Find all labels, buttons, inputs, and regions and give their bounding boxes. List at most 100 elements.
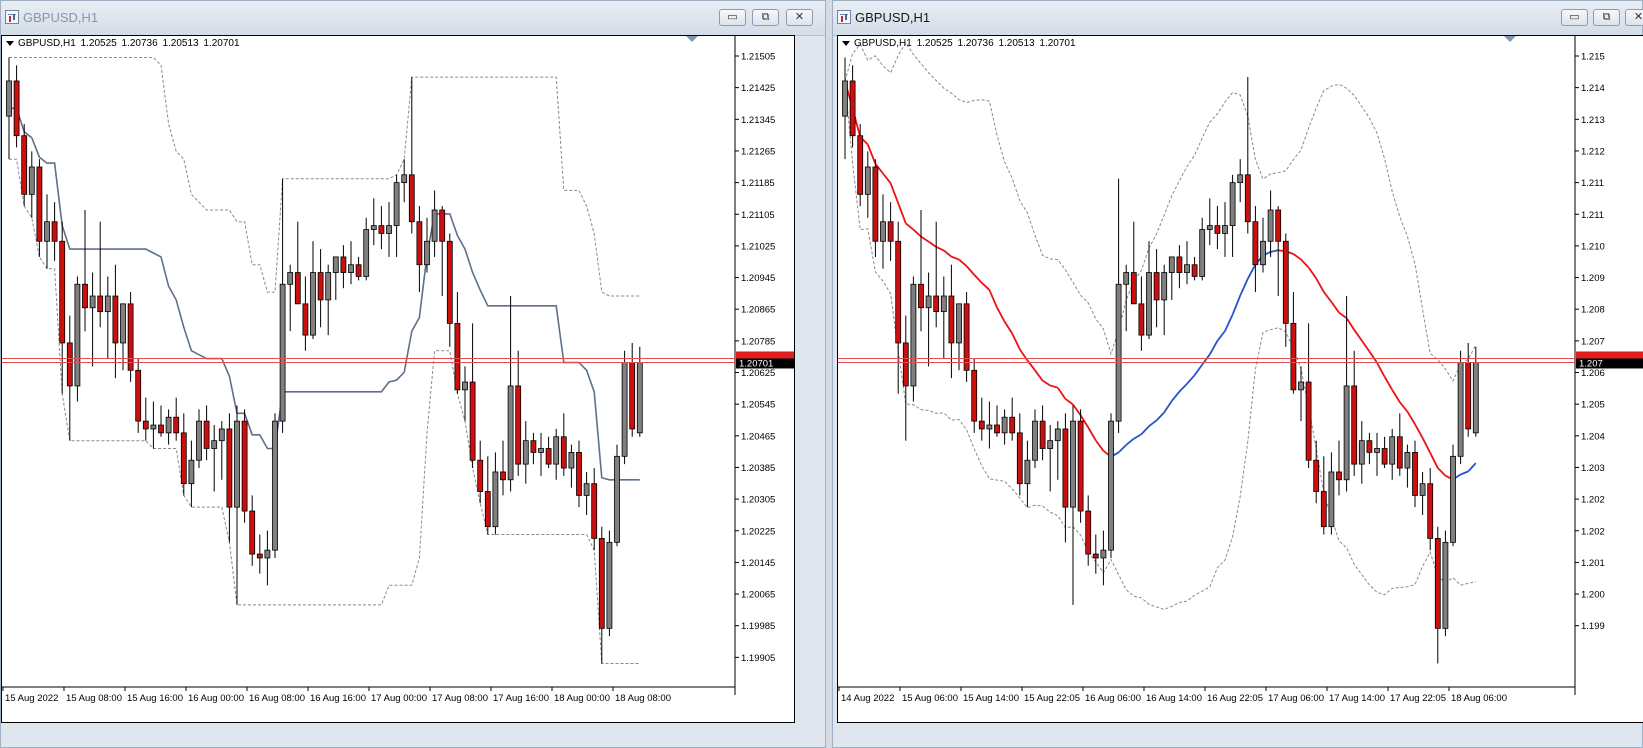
candle-body[interactable] [1092,553,1099,559]
candle-body[interactable] [1237,174,1244,184]
candle-body[interactable] [1404,452,1411,469]
candle-body[interactable] [158,424,164,434]
candle-body[interactable] [401,174,408,184]
candle-body[interactable] [1366,440,1373,453]
candle-body[interactable] [165,416,172,434]
candle-body[interactable] [264,549,271,559]
candle-body[interactable] [887,221,894,242]
candle-body[interactable] [1176,256,1183,273]
candle-body[interactable] [97,295,104,313]
close-button[interactable]: ✕ [786,9,813,26]
candle-body[interactable] [1138,303,1145,336]
candle-body[interactable] [226,428,233,508]
dropdown-triangle-icon[interactable] [842,40,850,46]
candle-body[interactable] [317,272,324,301]
candle-body[interactable] [6,80,12,117]
title-bar[interactable]: GBPUSD,H1 ▭ ⧉ ✕ [833,1,1643,36]
candle-body[interactable] [1427,483,1434,539]
candle-body[interactable] [1328,471,1335,528]
candle-body[interactable] [424,240,430,266]
candle-body[interactable] [173,416,180,434]
candle-body[interactable] [66,342,73,387]
candle-body[interactable] [956,303,962,344]
candle-body[interactable] [872,166,879,242]
candle-body[interactable] [553,436,560,465]
candle-body[interactable] [1389,436,1396,465]
candle-body[interactable] [621,362,628,457]
candle-body[interactable] [469,381,476,461]
candle-body[interactable] [439,209,446,242]
candle-body[interactable] [1450,455,1456,543]
candle-body[interactable] [21,135,28,195]
candle-body[interactable] [416,221,423,266]
candle-body[interactable] [545,448,552,465]
candle-body[interactable] [249,510,256,555]
candle-body[interactable] [507,385,514,481]
chart-area[interactable]: GBPUSD,H1 1.20525 1.20736 1.20513 1.2070… [837,35,1643,723]
candle-body[interactable] [1001,416,1008,434]
candle-body[interactable] [1070,420,1076,508]
candle-body[interactable] [446,240,453,324]
price-chart-svg[interactable]: 1.21505 1.21425 1.21345 1.21265 1.21185 1.211… [2,36,794,722]
candle-body[interactable] [522,440,529,465]
candle-body[interactable] [1442,541,1449,629]
candle-body[interactable] [1032,420,1038,461]
candle-body[interactable] [1016,432,1023,485]
candle-body[interactable] [963,303,970,371]
candle-body[interactable] [310,272,316,336]
candle-body[interactable] [1457,362,1464,457]
candle-body[interactable] [1039,420,1046,449]
candle-body[interactable] [127,303,134,371]
candle-body[interactable] [1054,428,1061,442]
candle-body[interactable] [994,424,1000,434]
candle-body[interactable] [294,272,301,305]
candle-body[interactable] [279,283,286,422]
candle-body[interactable] [1412,452,1418,496]
candle-body[interactable] [1313,459,1320,492]
candle-body[interactable] [180,432,187,485]
candle-body[interactable] [370,225,377,230]
candle-body[interactable] [636,362,643,434]
candle-body[interactable] [1244,174,1251,223]
candle-body[interactable] [583,483,590,496]
candle-body[interactable] [864,166,871,195]
candle-body[interactable] [477,459,484,492]
candle-body[interactable] [332,256,339,273]
candle-body[interactable] [1396,436,1403,469]
candle-body[interactable] [59,240,66,344]
candle-body[interactable] [880,221,886,242]
candle-body[interactable] [1161,272,1168,301]
candle-body[interactable] [1115,283,1122,422]
candle-body[interactable] [1343,385,1350,481]
candle-body[interactable] [1024,459,1031,485]
candle-body[interactable] [408,174,415,223]
minimize-button[interactable]: ▭ [719,9,746,26]
candle-body[interactable] [598,538,605,629]
candle-body[interactable] [1062,428,1069,508]
candle-body[interactable] [211,440,218,449]
candle-body[interactable] [895,240,902,344]
candle-body[interactable] [1275,209,1282,242]
candle-body[interactable] [1184,264,1190,273]
candle-body[interactable] [1351,385,1358,465]
candle-body[interactable] [355,264,362,277]
chart-area[interactable]: GBPUSD,H1 1.20525 1.20736 1.20513 1.2070… [1,35,795,723]
candle-body[interactable] [1267,209,1274,242]
chart-window-left[interactable]: GBPUSD,H1 ▭ ⧉ ✕ GBPUSD,H1 1.20525 1.2073… [0,0,826,748]
close-button[interactable]: ✕ [1625,9,1643,26]
restore-button[interactable]: ⧉ [752,9,779,26]
candle-body[interactable] [1206,225,1213,230]
candle-body[interactable] [1358,440,1365,465]
candle-body[interactable] [1047,440,1054,449]
candle-body[interactable] [36,166,43,242]
candle-body[interactable] [1130,272,1137,305]
candle-body[interactable] [978,420,985,430]
candle-body[interactable] [1222,225,1228,234]
candle-body[interactable] [1282,240,1289,324]
candle-body[interactable] [1009,416,1016,434]
candle-body[interactable] [218,428,225,442]
candle-body[interactable] [150,424,157,430]
candle-body[interactable] [44,221,50,242]
candle-body[interactable] [1374,448,1380,453]
candle-body[interactable] [1199,229,1206,277]
